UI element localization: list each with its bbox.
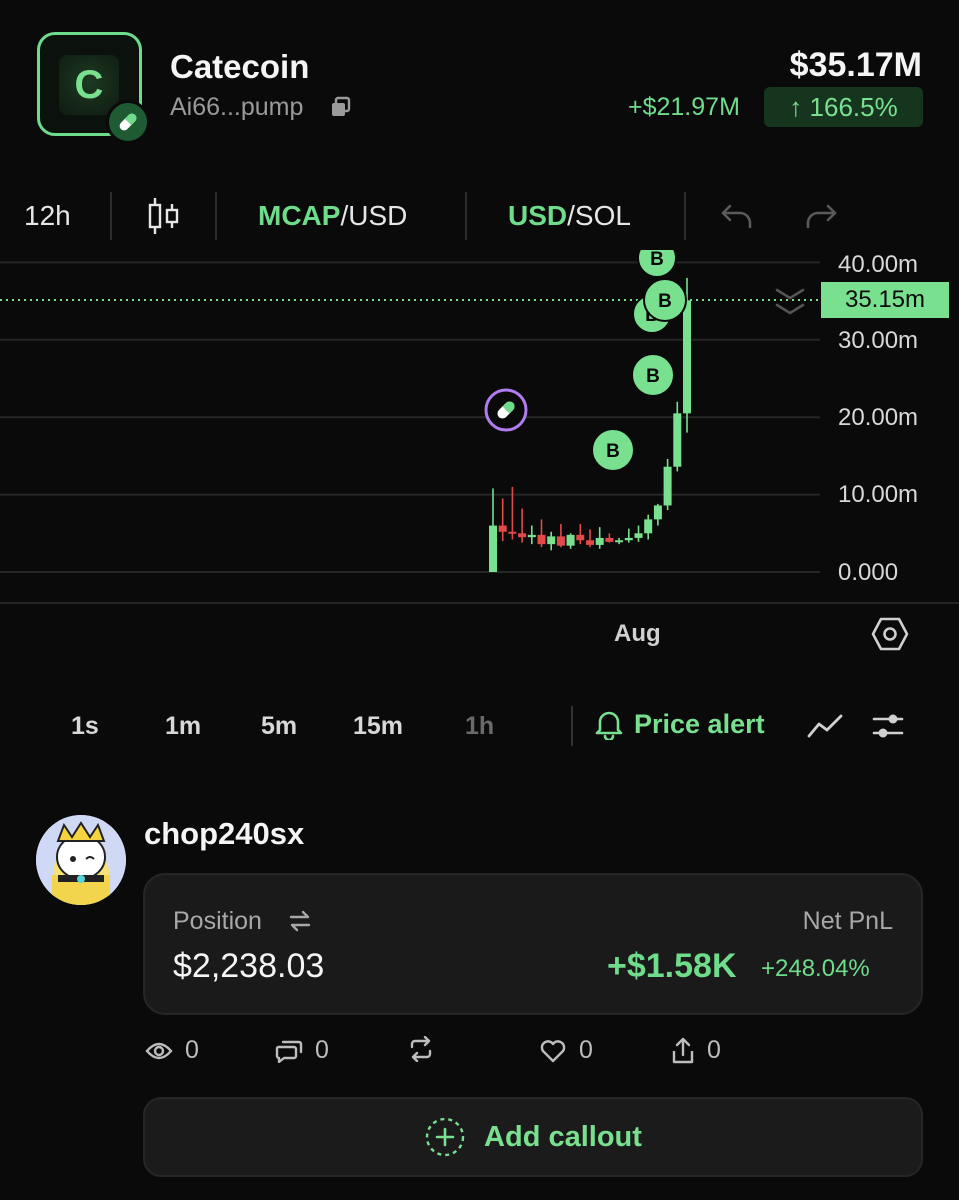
candle-body: [644, 519, 653, 534]
comments-count: 0: [315, 1036, 329, 1064]
timeframe-1m[interactable]: 1m: [165, 712, 201, 741]
y-axis-label: 30.00m: [838, 327, 919, 354]
toolbar-divider: [684, 192, 686, 240]
market-cap-change: +$21.97M: [628, 93, 740, 121]
avatar[interactable]: [36, 815, 126, 905]
current-price-tag: 35.15m: [821, 282, 949, 318]
buy-marker: B: [631, 353, 675, 397]
candle-body: [663, 466, 672, 506]
candle-body: [498, 525, 507, 532]
likes-count: 0: [579, 1036, 593, 1064]
swap-icon[interactable]: [288, 910, 312, 937]
token-address: Ai66...pump: [170, 93, 304, 121]
toolbar-divider: [110, 192, 112, 240]
chart-divider: [0, 602, 959, 604]
net-pnl-label: Net PnL: [802, 907, 893, 935]
toolbar-divider: [215, 192, 217, 240]
candle-body: [653, 505, 662, 520]
buy-marker-label: B: [646, 366, 660, 387]
candle-body: [605, 537, 614, 542]
position-card: Position $2,238.03 Net PnL +$1.58K +248.…: [143, 873, 923, 1015]
repost-button[interactable]: [408, 1036, 434, 1062]
y-axis-label: 40.00m: [838, 251, 919, 278]
candle-body: [556, 536, 565, 546]
add-callout-button[interactable]: Add callout: [143, 1097, 923, 1177]
sliders-icon[interactable]: [872, 710, 904, 747]
candle-body: [566, 534, 575, 546]
comments-icon: [275, 1040, 303, 1063]
position-label: Position: [173, 907, 262, 935]
chart-plot[interactable]: BBBBB: [0, 250, 959, 650]
share-count: 0: [707, 1036, 721, 1064]
pill-icon: [106, 100, 150, 144]
candle-body: [673, 413, 682, 467]
candle-body: [576, 534, 585, 541]
candle-body: [547, 536, 556, 545]
buy-marker: B: [637, 250, 677, 278]
candle-body: [595, 537, 604, 545]
heart-icon: [540, 1039, 566, 1062]
position-value: $2,238.03: [173, 947, 325, 985]
token-logo-letter: C: [59, 55, 119, 115]
timeframe-divider: [571, 706, 573, 746]
add-circle-icon: [425, 1117, 465, 1157]
interval-selector[interactable]: 12h: [24, 200, 71, 232]
views-stat[interactable]: 0: [145, 1036, 199, 1065]
collapse-chevrons-icon[interactable]: [775, 288, 805, 315]
share-stat[interactable]: 0: [671, 1036, 721, 1065]
timeframe-1h[interactable]: 1h: [465, 712, 494, 741]
price-alert-label: Price alert: [634, 708, 765, 739]
candle-body: [615, 540, 624, 543]
copy-icon[interactable]: [330, 96, 352, 123]
y-axis-label: 10.00m: [838, 481, 919, 508]
buy-marker-label: B: [658, 291, 672, 312]
candle-body: [489, 525, 497, 572]
buy-marker: B: [591, 428, 635, 472]
bell-icon: [595, 711, 623, 740]
username[interactable]: chop240sx: [144, 816, 304, 852]
net-pnl-percent: +248.04%: [761, 955, 870, 982]
likes-stat[interactable]: 0: [539, 1036, 593, 1065]
line-chart-icon[interactable]: [807, 712, 843, 745]
buy-marker-label: B: [606, 441, 620, 462]
redo-icon[interactable]: [804, 202, 838, 237]
usd-sol-toggle[interactable]: USD/SOL: [508, 200, 631, 232]
candle-body: [683, 300, 691, 414]
share-icon: [672, 1037, 694, 1063]
add-callout-label: Add callout: [484, 1120, 642, 1153]
toolbar-divider: [465, 192, 467, 240]
repost-icon: [410, 1036, 432, 1062]
chart-settings-icon[interactable]: [871, 615, 909, 658]
price-alert-button[interactable]: Price alert: [594, 708, 765, 740]
market-cap: $35.17M: [789, 46, 922, 84]
candle-body: [634, 533, 643, 538]
x-axis-label: Aug: [614, 620, 661, 647]
chart-toolbar: 12h MCAP/USD USD/SOL: [0, 190, 959, 242]
undo-icon[interactable]: [720, 202, 754, 237]
change-percent-badge: ↑ 166.5%: [764, 87, 923, 127]
y-axis-label: 0.000: [838, 559, 899, 586]
candle-body: [586, 540, 594, 545]
timeframe-15m[interactable]: 15m: [353, 712, 403, 741]
price-chart[interactable]: BBBBB 40.00m 30.00m 20.00m 10.00m 0.000: [0, 250, 959, 650]
eye-icon: [145, 1042, 173, 1059]
candle-body: [624, 537, 633, 541]
candle-body: [508, 531, 517, 534]
timeframe-5m[interactable]: 5m: [261, 712, 297, 741]
buy-marker: B: [643, 278, 687, 322]
net-pnl-value: +$1.58K: [607, 947, 737, 985]
mcap-usd-toggle[interactable]: MCAP/USD: [258, 200, 407, 232]
candle-body: [537, 534, 546, 545]
token-name: Catecoin: [170, 48, 310, 85]
y-axis-label: 20.00m: [838, 404, 919, 431]
candle-body: [527, 534, 536, 538]
views-count: 0: [185, 1036, 199, 1064]
candle-body: [518, 533, 527, 538]
pill-event-icon[interactable]: [484, 388, 528, 432]
candlestick-icon[interactable]: [146, 196, 182, 243]
timeframe-1s[interactable]: 1s: [71, 712, 99, 741]
comments-stat[interactable]: 0: [275, 1036, 329, 1065]
buy-marker-label: B: [650, 250, 664, 270]
